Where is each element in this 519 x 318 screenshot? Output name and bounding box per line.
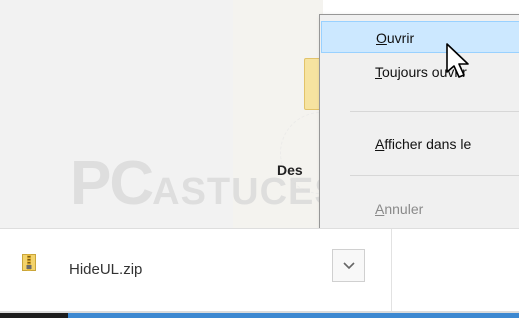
menu-item-mnemonic: A [375,201,385,217]
menu-separator [350,111,519,112]
menu-item-mnemonic: O [376,30,387,46]
menu-item-label: oujours ouvrir [382,64,467,80]
menu-item-label: uvrir [386,30,415,46]
menu-item-annuler[interactable]: Annuler [321,193,519,225]
explorer-background [0,0,233,228]
menu-item-ouvrir[interactable]: Ouvrir [321,21,519,53]
download-bar-divider [391,229,392,312]
menu-item-toujours-ouvrir[interactable]: Toujours ouvrir [321,56,519,88]
download-file-name[interactable]: HideUL.zip [69,261,142,278]
chevron-down-icon [342,257,355,275]
download-options-button[interactable] [332,249,365,282]
taskbar-strip [0,311,519,318]
taskbar-dark-bar [0,313,68,318]
menu-separator [350,175,519,176]
folder-label: Des [277,162,303,178]
menu-item-mnemonic: T [375,64,382,80]
menu-item-label: fficher dans le [384,136,472,152]
menu-item-mnemonic: A [375,136,385,152]
menu-item-afficher-dans-le-dossier[interactable]: Afficher dans le [321,128,519,160]
download-bar: HideUL.zip [0,228,519,312]
zip-file-icon[interactable] [22,254,36,271]
taskbar-blue-bar [0,313,519,318]
menu-item-label: nnuler [384,201,424,217]
context-menu: Ouvrir Toujours ouvrir Afficher dans le … [319,14,519,233]
